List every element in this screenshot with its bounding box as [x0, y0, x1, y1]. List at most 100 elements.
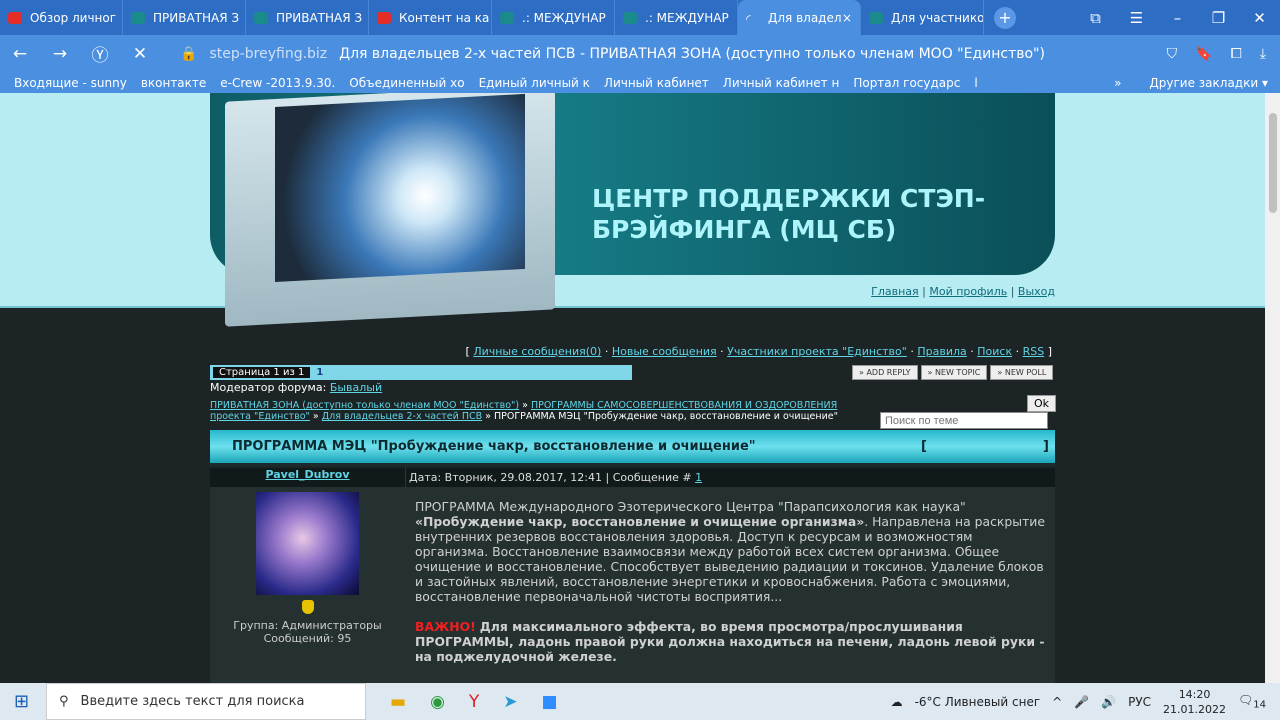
tab[interactable]: Обзор личног	[0, 0, 123, 35]
new-topic-button[interactable]: » NEW TOPIC	[920, 365, 988, 380]
link-profile[interactable]: Мой профиль	[929, 285, 1007, 298]
topic-search-input[interactable]	[880, 412, 1048, 429]
youtube-icon	[377, 11, 391, 24]
download-icon[interactable]: ⤓	[1260, 46, 1266, 62]
author-link[interactable]: Pavel_Dubrov	[265, 468, 349, 481]
new-tab-button[interactable]: +	[994, 6, 1016, 29]
bookmark-item[interactable]: l	[974, 76, 977, 90]
yandex-icon[interactable]: Ⓨ	[80, 41, 120, 66]
weather-icon: ☁	[890, 694, 903, 709]
tab[interactable]: ПРИВАТНАЯ З	[123, 0, 246, 35]
menu-icon[interactable]: ☰	[1116, 9, 1157, 27]
bookmark-item[interactable]: вконтакте	[141, 76, 206, 90]
tab-label: ПРИВАТНАЯ З	[153, 10, 240, 25]
chrome-icon[interactable]: ◉	[430, 692, 445, 712]
bookmark-item[interactable]: e-Crew -2013.9.30.	[220, 76, 335, 90]
link-messages[interactable]: Личные сообщения(0)	[473, 345, 601, 358]
bookmarks-more[interactable]: »	[1114, 76, 1121, 90]
forum-nav: [ Личные сообщения(0) · Новые сообщения …	[465, 345, 1052, 358]
link-new-messages[interactable]: Новые сообщения	[612, 345, 717, 358]
post-program-name: «Пробуждение чакр, восстановление и очищ…	[415, 514, 865, 529]
moderator-link[interactable]: Бывалый	[330, 381, 382, 394]
back-button[interactable]: ←	[0, 44, 40, 64]
post-number[interactable]: 1	[695, 471, 702, 484]
tab[interactable]: Для участнико	[861, 0, 984, 35]
crumb-owners[interactable]: Для владельцев 2-х частей ПСВ	[322, 411, 482, 422]
page-scrollbar[interactable]	[1265, 93, 1280, 683]
volume-icon[interactable]: 🔊	[1101, 695, 1116, 709]
bookmark-item[interactable]: Единый личный к	[479, 76, 590, 90]
crumb-private[interactable]: ПРИВАТНАЯ ЗОНА (доступно только членам М…	[210, 400, 519, 411]
time: 14:20	[1178, 687, 1211, 701]
web-page: ЦЕНТР ПОДДЕРЖКИ СТЭП-БРЭЙФИНГА (МЦ СБ) Г…	[0, 93, 1265, 683]
site-icon	[254, 11, 268, 24]
page-label: Страница 1 из 1	[213, 367, 311, 378]
language[interactable]: РУС	[1128, 695, 1151, 709]
start-button[interactable]: ⊞	[14, 691, 29, 712]
yandex-browser-icon[interactable]: Y	[469, 692, 479, 712]
clock[interactable]: 14:20 21.01.2022	[1163, 687, 1226, 717]
site-title: ЦЕНТР ПОДДЕРЖКИ СТЭП-БРЭЙФИНГА (МЦ СБ)	[592, 184, 986, 244]
bookmark-item[interactable]: Личный кабинет н	[723, 76, 840, 90]
link-search[interactable]: Поиск	[977, 345, 1012, 358]
bookmark-icon[interactable]: 🔖	[1195, 46, 1212, 62]
link-home[interactable]: Главная	[871, 285, 919, 298]
search-ok-button[interactable]: Ok	[1027, 395, 1057, 412]
bookmark-item[interactable]: Портал государс	[853, 76, 960, 90]
tab-label: Для участнико	[891, 10, 984, 25]
tab-bar: Обзор личног ПРИВАТНАЯ З ПРИВАТНАЯ З Контен…	[0, 0, 1280, 35]
youtube-icon	[8, 11, 22, 24]
add-reply-button[interactable]: » ADD REPLY	[852, 365, 918, 380]
forward-button[interactable]: →	[40, 44, 80, 64]
link-members[interactable]: Участники проекта "Единство"	[727, 345, 907, 358]
bookmark-item[interactable]: Личный кабинет	[604, 76, 709, 90]
taskbar-search[interactable]: ⚲ Введите здесь текст для поиска	[46, 683, 366, 720]
tray-expand-icon[interactable]: ^	[1052, 695, 1062, 709]
tab-label: ПРИВАТНАЯ З	[276, 10, 363, 25]
bookmarks-bar: Входящие - sunny вконтакте e-Crew -2013.9.…	[0, 72, 1280, 93]
page-1[interactable]: 1	[316, 367, 323, 378]
file-explorer-icon[interactable]: ▬	[390, 692, 406, 712]
breadcrumb: ПРИВАТНАЯ ЗОНА (доступно только членам М…	[210, 400, 838, 422]
telegram-icon[interactable]: ➤	[503, 692, 517, 712]
window-controls: ⧉ ☰ – ❐ ✕	[1075, 9, 1280, 27]
other-bookmarks[interactable]: Другие закладки ▾	[1149, 76, 1268, 90]
tab[interactable]: ◜ Для владел ×	[738, 0, 861, 35]
page-title: Для владельцев 2-х частей ПСВ - ПРИВАТНА…	[339, 45, 1045, 62]
new-poll-button[interactable]: » NEW POLL	[990, 365, 1054, 380]
close-tab-icon[interactable]: ×	[842, 11, 852, 25]
zoom-icon[interactable]: ■	[542, 692, 558, 712]
tab-label: .: МЕЖДУНАР	[522, 10, 606, 25]
collections-icon[interactable]: ⧉	[1075, 9, 1116, 27]
bookmark-item[interactable]: Объединенный хо	[349, 76, 464, 90]
protect-icon[interactable]: ⛉	[1167, 46, 1178, 62]
topic-title-bar: ПРОГРАММА МЭЦ "Пробуждение чакр, восстан…	[210, 430, 1055, 466]
important-text: Для максимального эффекта, во время прос…	[415, 619, 1045, 664]
close-window-button[interactable]: ✕	[1239, 9, 1280, 27]
link-logout[interactable]: Выход	[1018, 285, 1055, 298]
address-bar: ← → Ⓨ ✕ 🔒 step-breyfing.biz Для владельц…	[0, 35, 1280, 72]
notifications-icon[interactable]: 🗨14	[1238, 693, 1266, 710]
tab[interactable]: .: МЕЖДУНАР	[615, 0, 738, 35]
post-body: ПРОГРАММА Международного Эзотерического …	[415, 499, 1045, 664]
lock-icon: 🔒	[180, 45, 198, 62]
stop-button[interactable]: ✕	[120, 44, 160, 64]
url-field[interactable]: 🔒 step-breyfing.biz Для владельцев 2-х ч…	[180, 46, 1045, 62]
tab-label: Для владел	[768, 10, 842, 25]
microphone-icon[interactable]: 🎤	[1074, 695, 1089, 709]
extensions-icon[interactable]: ⧠	[1231, 46, 1242, 62]
rank-badge-icon	[301, 600, 314, 614]
scrollbar-thumb[interactable]	[1269, 113, 1277, 213]
monitor-image	[225, 93, 555, 327]
tab[interactable]: Контент на ка	[369, 0, 492, 35]
tab-label: .: МЕЖДУНАР	[645, 10, 729, 25]
restore-button[interactable]: ❐	[1198, 9, 1239, 27]
bookmark-item[interactable]: Входящие - sunny	[14, 76, 127, 90]
tab[interactable]: .: МЕЖДУНАР	[492, 0, 615, 35]
link-rss[interactable]: RSS	[1023, 345, 1045, 358]
tab[interactable]: ПРИВАТНАЯ З	[246, 0, 369, 35]
weather[interactable]: -6°C Ливневый снег	[915, 695, 1041, 709]
taskbar-search-placeholder: Введите здесь текст для поиска	[80, 694, 305, 709]
minimize-button[interactable]: –	[1157, 9, 1198, 27]
link-rules[interactable]: Правила	[917, 345, 966, 358]
